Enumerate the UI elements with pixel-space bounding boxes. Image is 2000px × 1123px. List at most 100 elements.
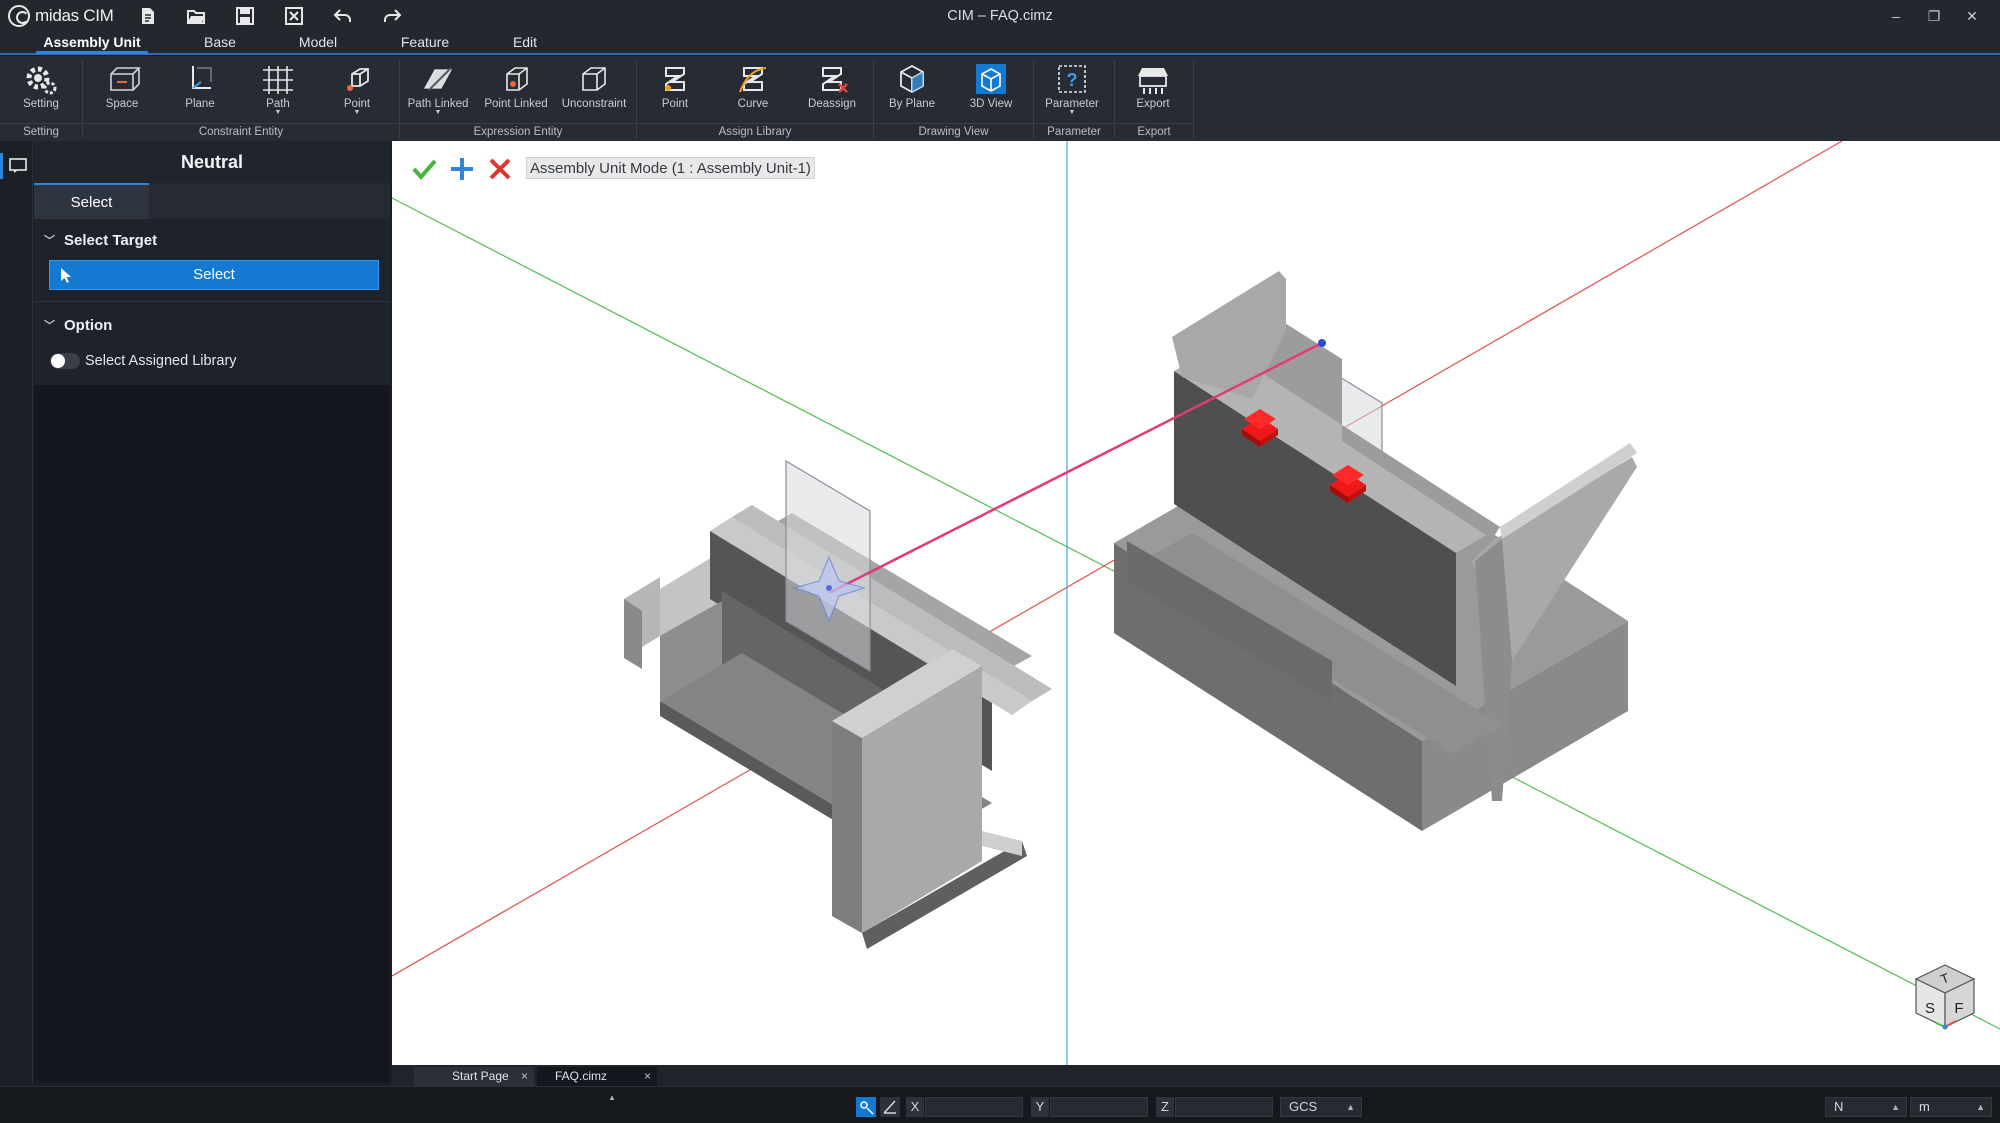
add-plus-icon[interactable] [448,155,476,183]
path-end-point[interactable] [1318,339,1326,347]
snap-point-icon[interactable] [856,1097,876,1117]
restore-button[interactable]: ❐ [1920,4,1948,28]
menu-bar: Assembly Unit Base Model Feature Edit [0,31,2000,55]
plane-icon [192,66,212,89]
close-tab-icon[interactable]: × [521,1067,528,1086]
path-linked-dropdown-arrow[interactable]: ▼ [400,109,476,116]
group-expression-entity-label: Expression Entity [400,123,636,139]
z-coord-label: Z [1156,1097,1174,1117]
point-linked-icon [506,67,528,91]
select-button[interactable]: Select [49,260,379,290]
3d-view-button[interactable]: 3D View [953,62,1029,118]
group-drawing-view-label: Drawing View [874,123,1033,139]
panel-toggle-arrow-icon[interactable]: ▲ [608,1093,616,1102]
assign-point-button[interactable]: Point [637,62,713,118]
by-plane-button[interactable]: By Plane [874,62,950,118]
unconstraint-button[interactable]: Unconstraint [556,62,632,118]
parameter-button[interactable]: ? Parameter ▼ [1034,62,1110,118]
panel-title: Neutral [34,141,390,183]
tab-model[interactable]: Model [288,34,348,54]
gear-icon [26,66,57,95]
work-panel: Neutral Select ﹀ Select Target Select ﹀ … [34,141,390,1083]
point-linked-button[interactable]: Point Linked [478,62,554,118]
panel-tab-bar: Select [34,183,390,219]
deassign-icon [822,67,848,93]
coordinate-system-select[interactable]: GCS ▲ [1280,1097,1362,1117]
panel-empty-area [34,385,390,1083]
cube-3d-icon [976,64,1006,94]
cursor-arrow-icon [61,268,71,283]
document-title: CIM – FAQ.cimz [947,8,1053,24]
tab-feature[interactable]: Feature [393,34,457,54]
length-unit-select[interactable]: m ▲ [1910,1097,1992,1117]
snap-angle-icon[interactable] [880,1097,900,1117]
force-unit-select[interactable]: N ▲ [1825,1097,1907,1117]
tab-base[interactable]: Base [190,34,250,54]
x-coord-field[interactable] [925,1097,1023,1117]
assign-point-icon [665,67,685,91]
group-assign-library-label: Assign Library [637,123,873,139]
export-icon [1138,68,1168,94]
section-option[interactable]: ﹀ Option [34,311,390,339]
point-icon [347,68,369,91]
navigation-cube[interactable]: T S F [1912,961,1978,1033]
chevron-down-icon: ﹀ [44,235,55,247]
model-scene[interactable] [392,141,2000,1065]
curve-icon [739,67,767,93]
tab-assembly-unit[interactable]: Assembly Unit [36,34,148,54]
path-linked-button[interactable]: Path Linked ▼ [400,62,476,118]
by-plane-icon [900,64,924,94]
space-icon [110,67,141,91]
select-assigned-library-toggle[interactable] [50,353,80,369]
cancel-x-icon[interactable] [486,155,514,183]
close-button[interactable]: ✕ [1958,4,1986,28]
path-dropdown-arrow[interactable]: ▼ [240,109,316,116]
deassign-button[interactable]: Deassign [794,62,870,118]
unconstraint-icon [582,67,606,91]
minimize-button[interactable]: – [1882,4,1910,28]
tab-select[interactable]: Select [34,183,149,219]
close-tab-icon[interactable]: × [644,1067,651,1086]
export-button[interactable]: Export [1115,62,1191,118]
ribbon: Setting Space Plane Path ▼ Point ▼ Path … [0,56,2000,141]
section-select-target-label: Select Target [64,231,158,249]
section-option-label: Option [64,316,113,334]
x-coord-label: X [906,1097,924,1117]
navcube-side-face[interactable]: S [1925,1000,1935,1017]
viewport-command-bar [410,155,514,183]
svg-text:?: ? [1067,70,1078,90]
section-select-target[interactable]: ﹀ Select Target [34,226,390,254]
right-abutment [1114,271,1637,831]
select-button-label: Select [193,266,235,283]
z-coord-field[interactable] [1175,1097,1273,1117]
chevron-up-icon: ▲ [1346,1102,1355,1112]
navcube-front-face[interactable]: F [1954,1000,1963,1017]
y-coord-field[interactable] [1050,1097,1148,1117]
title-bar: midas CIM CIM – FAQ.cimz – ❐ ✕ [0,0,2000,31]
point-dropdown-arrow[interactable]: ▼ [319,109,395,116]
confirm-check-icon[interactable] [410,155,438,183]
curve-button[interactable]: Curve [715,62,791,118]
path-linked-icon [423,67,453,91]
group-setting-label: Setting [0,123,82,139]
select-assigned-library-label: Select Assigned Library [85,353,237,369]
3d-viewport[interactable]: Assembly Unit Mode (1 : Assembly Unit-1)… [392,141,2000,1065]
parameter-dropdown-arrow[interactable]: ▼ [1034,109,1110,116]
plane-button[interactable]: Plane [162,62,238,118]
property-panel-icon[interactable] [0,153,33,179]
space-button[interactable]: Space [84,62,160,118]
point-button[interactable]: Point ▼ [319,62,395,118]
doc-tab-start-page[interactable]: Start Page × [414,1067,534,1086]
navcube-origin [1942,1024,1948,1030]
path-icon [263,66,293,94]
tab-edit[interactable]: Edit [500,34,550,54]
assembly-unit-mode-label: Assembly Unit Mode (1 : Assembly Unit-1) [526,157,815,179]
status-bar: ▲ X Y Z GCS ▲ N ▲ m ▲ [0,1086,2000,1123]
chevron-up-icon: ▲ [1891,1102,1900,1112]
path-button[interactable]: Path ▼ [240,62,316,118]
chevron-down-icon: ﹀ [44,320,55,332]
setting-button[interactable]: Setting [3,62,79,118]
y-coord-label: Y [1031,1097,1049,1117]
ribbon-separator [1193,60,1194,138]
doc-tab-faq[interactable]: FAQ.cimz × [537,1067,657,1086]
